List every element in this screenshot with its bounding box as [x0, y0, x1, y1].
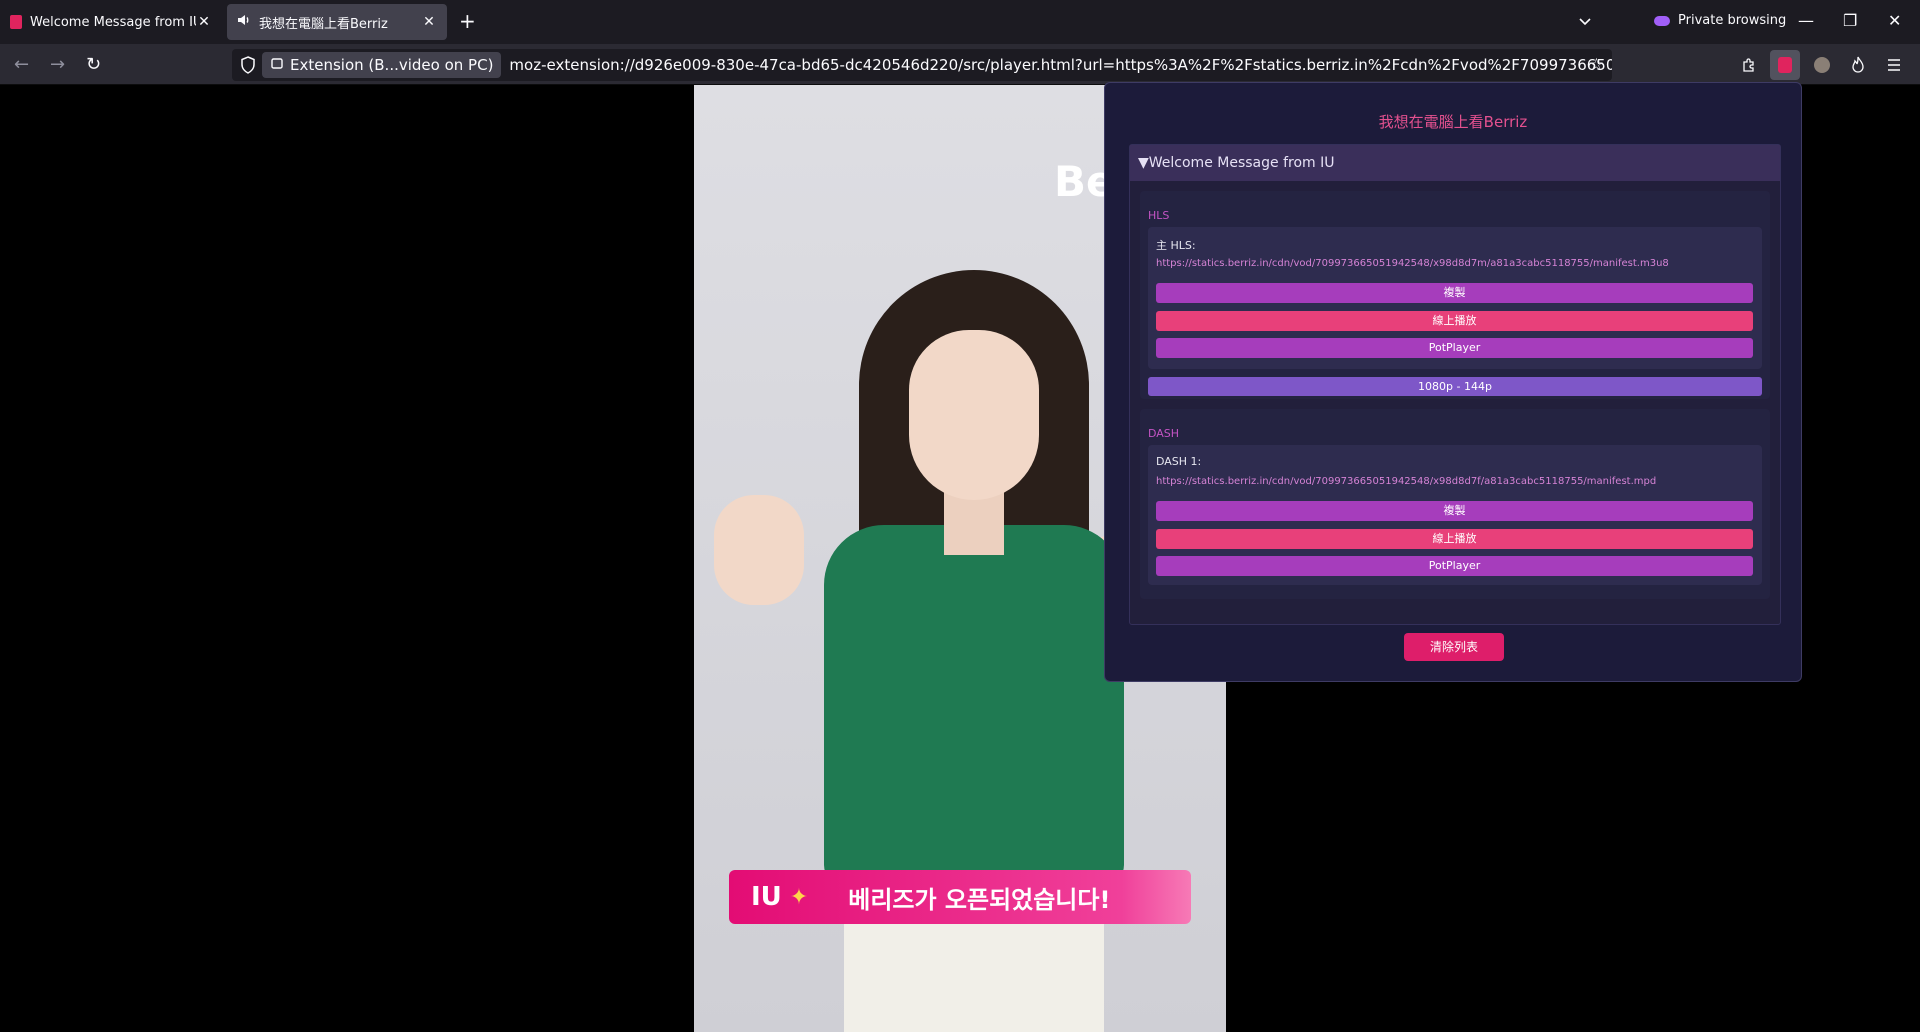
video-section: ▼Welcome Message from IU HLS 主 HLS: http…: [1129, 144, 1781, 625]
banner-artist: IU: [751, 882, 782, 912]
hls-url[interactable]: https://statics.berriz.in/cdn/vod/709973…: [1156, 258, 1669, 269]
reload-icon[interactable]: ↻: [86, 54, 101, 75]
extension-chip-label: Extension (B...video on PC): [290, 56, 494, 74]
person-face: [909, 330, 1039, 500]
video-caption-banner: IU ✦ 베리즈가 오픈되었습니다!: [729, 870, 1191, 924]
quality-selector[interactable]: 1080p - 144p: [1148, 377, 1762, 396]
person-hand-left: [714, 495, 804, 605]
hls-group-label: HLS: [1148, 209, 1170, 222]
extension-popup: 我想在電腦上看Berriz ▼Welcome Message from IU H…: [1104, 82, 1802, 682]
private-browsing-label: Private browsing: [1678, 13, 1787, 28]
restore-icon[interactable]: ❐: [1843, 11, 1857, 30]
hls-group: HLS 主 HLS: https://statics.berriz.in/cdn…: [1140, 191, 1770, 399]
banner-message: 베리즈가 오픈되었습니다!: [848, 885, 1111, 914]
fire-icon[interactable]: [1843, 50, 1873, 80]
hls-entry-label: 主 HLS:: [1156, 239, 1196, 252]
hls-play-online-button[interactable]: 線上播放: [1156, 311, 1753, 331]
close-window-icon[interactable]: ✕: [1888, 11, 1901, 30]
bookmark-star-icon[interactable]: ☆: [1589, 55, 1604, 75]
hls-entry: 主 HLS: https://statics.berriz.in/cdn/vod…: [1148, 227, 1762, 369]
tab-title: 我想在電腦上看Berriz: [259, 16, 388, 32]
list-all-tabs-icon[interactable]: [1578, 13, 1592, 32]
tab-strip: Welcome Message from IU - B ✕ 我想在電腦上看Ber…: [0, 0, 1920, 44]
navigation-toolbar: ← → ↻ Extension (B...video on PC) moz-ex…: [0, 44, 1920, 85]
new-tab-icon[interactable]: +: [459, 11, 476, 31]
address-bar[interactable]: Extension (B...video on PC) moz-extensio…: [232, 49, 1612, 81]
minimize-icon[interactable]: —: [1798, 11, 1814, 30]
tab-welcome-message[interactable]: Welcome Message from IU - B ✕: [0, 4, 222, 40]
profile-extension-icon[interactable]: [1807, 50, 1837, 80]
tab-berriz-player[interactable]: 我想在電腦上看Berriz ✕: [227, 4, 447, 40]
dash-group: DASH DASH 1: https://statics.berriz.in/c…: [1140, 409, 1770, 599]
forward-icon[interactable]: →: [50, 54, 65, 75]
dash-entry: DASH 1: https://statics.berriz.in/cdn/vo…: [1148, 445, 1762, 585]
url-text[interactable]: moz-extension://d926e009-830e-47ca-bd65-…: [509, 56, 1612, 74]
hls-copy-button[interactable]: 複製: [1156, 283, 1753, 303]
berriz-extension-icon[interactable]: [1770, 50, 1800, 80]
berriz-favicon-icon: [10, 15, 22, 29]
puzzle-icon: [270, 56, 284, 74]
private-mask-icon: [1654, 15, 1670, 26]
shield-icon[interactable]: [240, 56, 256, 78]
hls-potplayer-button[interactable]: PotPlayer: [1156, 338, 1753, 358]
dash-potplayer-button[interactable]: PotPlayer: [1156, 556, 1753, 576]
private-browsing-indicator: Private browsing: [1654, 13, 1786, 28]
dash-entry-label: DASH 1:: [1156, 455, 1202, 468]
extension-identity-chip[interactable]: Extension (B...video on PC): [262, 52, 502, 78]
close-tab-icon[interactable]: ✕: [196, 14, 212, 30]
back-icon[interactable]: ←: [14, 54, 29, 75]
sparkle-icon: ✦: [789, 884, 809, 910]
person-green-top: [824, 525, 1124, 885]
extensions-icon[interactable]: [1734, 50, 1764, 80]
close-tab-icon[interactable]: ✕: [421, 14, 437, 30]
dash-copy-button[interactable]: 複製: [1156, 501, 1753, 521]
dash-group-label: DASH: [1148, 427, 1180, 440]
dash-play-online-button[interactable]: 線上播放: [1156, 529, 1753, 549]
menu-icon[interactable]: [1879, 50, 1909, 80]
popup-title: 我想在電腦上看Berriz: [1378, 113, 1528, 131]
clear-list-button[interactable]: 清除列表: [1404, 633, 1504, 661]
video-section-toggle[interactable]: ▼Welcome Message from IU: [1130, 145, 1780, 181]
tab-title: Welcome Message from IU - B: [30, 14, 196, 30]
dash-url[interactable]: https://statics.berriz.in/cdn/vod/709973…: [1156, 476, 1656, 487]
speaker-icon[interactable]: [237, 13, 251, 31]
